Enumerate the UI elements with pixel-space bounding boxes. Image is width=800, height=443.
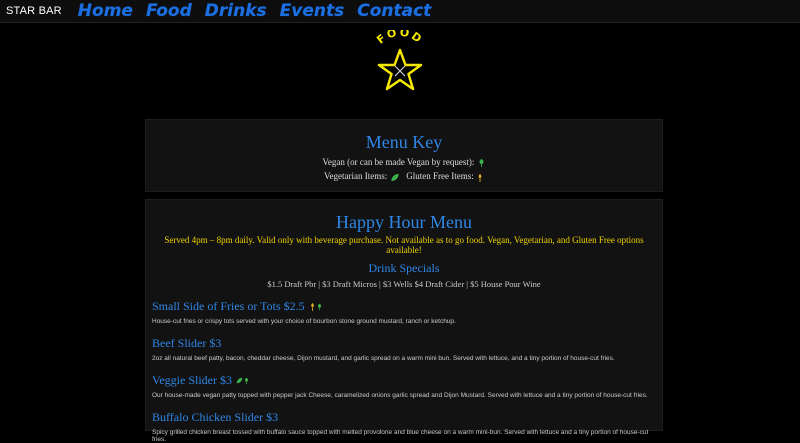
menu-item-title: Beef Slider $3: [152, 336, 222, 350]
nav-link-food[interactable]: Food: [146, 0, 192, 22]
nav-link-contact[interactable]: Contact: [357, 0, 431, 22]
menu-item: Buffalo Chicken Slider $3 Spicy grilled …: [152, 408, 662, 443]
svg-text:FOOD: FOOD: [374, 30, 425, 47]
fork-knife-icon: [394, 65, 406, 77]
gluten-free-key-label: Gluten Free Items:: [406, 171, 474, 182]
vegan-icon: [479, 159, 484, 168]
happy-hour-panel: Happy Hour Menu Served 4pm – 8pm daily. …: [145, 199, 663, 443]
menu-item-title: Buffalo Chicken Slider $3: [152, 410, 279, 424]
veg-gf-key: Vegetarian Items: Gluten Free Items:: [146, 171, 662, 182]
drink-specials-title: Drink Specials: [368, 261, 440, 275]
served-notice: Served 4pm – 8pm daily. Valid only with …: [164, 235, 644, 255]
nav-link-home[interactable]: Home: [78, 0, 133, 22]
happy-hour-title: Happy Hour Menu: [336, 212, 472, 232]
vegetarian-icon: [236, 377, 243, 384]
menu-item-title: Veggie Slider $3: [152, 373, 232, 387]
menu-item: Veggie Slider $3 Our house-made vegan pa…: [152, 371, 662, 399]
menu-item-desc: Our house-made vegan patty topped with p…: [152, 392, 648, 399]
menu-item: Beef Slider $3 2oz all natural beef patt…: [152, 334, 662, 362]
navbar: STAR BAR Home Food Drinks Events Contact: [0, 0, 800, 23]
gluten-free-icon: [310, 302, 314, 311]
vegetarian-icon: [390, 173, 399, 181]
menu-item: Small Side of Fries or Tots $2.5 House-c…: [152, 297, 662, 325]
brand-link[interactable]: STAR BAR: [6, 5, 62, 17]
vegan-icon: [317, 303, 321, 310]
nav-link-events[interactable]: Events: [280, 0, 345, 22]
menu-item-desc: Spicy grilled chicken breast tossed with…: [152, 429, 649, 443]
nav-link-drinks[interactable]: Drinks: [205, 0, 267, 22]
drink-specials-list: $1.5 Draft Pbr | $3 Draft Micros | $3 We…: [267, 279, 541, 289]
menu-key-title: Menu Key: [365, 132, 443, 152]
vegan-key-label: Vegan (or can be made Vegan by request):: [322, 157, 475, 167]
menu-item-desc: House-cut fries or crispy tots served wi…: [152, 318, 456, 325]
gluten-free-icon: [478, 173, 482, 182]
menu-key-panel: Menu Key Vegan (or can be made Vegan by …: [145, 119, 663, 192]
vegetarian-key-label: Vegetarian Items:: [324, 171, 388, 182]
vegan-key: Vegan (or can be made Vegan by request):: [146, 157, 662, 168]
menu-item-desc: 2oz all natural beef patty, bacon, chedd…: [152, 355, 615, 362]
logo-text: FOOD: [374, 30, 423, 47]
food-star-logo: FOOD: [374, 30, 425, 91]
vegan-icon: [244, 377, 249, 384]
menu-item-title: Small Side of Fries or Tots $2.5: [152, 299, 305, 313]
